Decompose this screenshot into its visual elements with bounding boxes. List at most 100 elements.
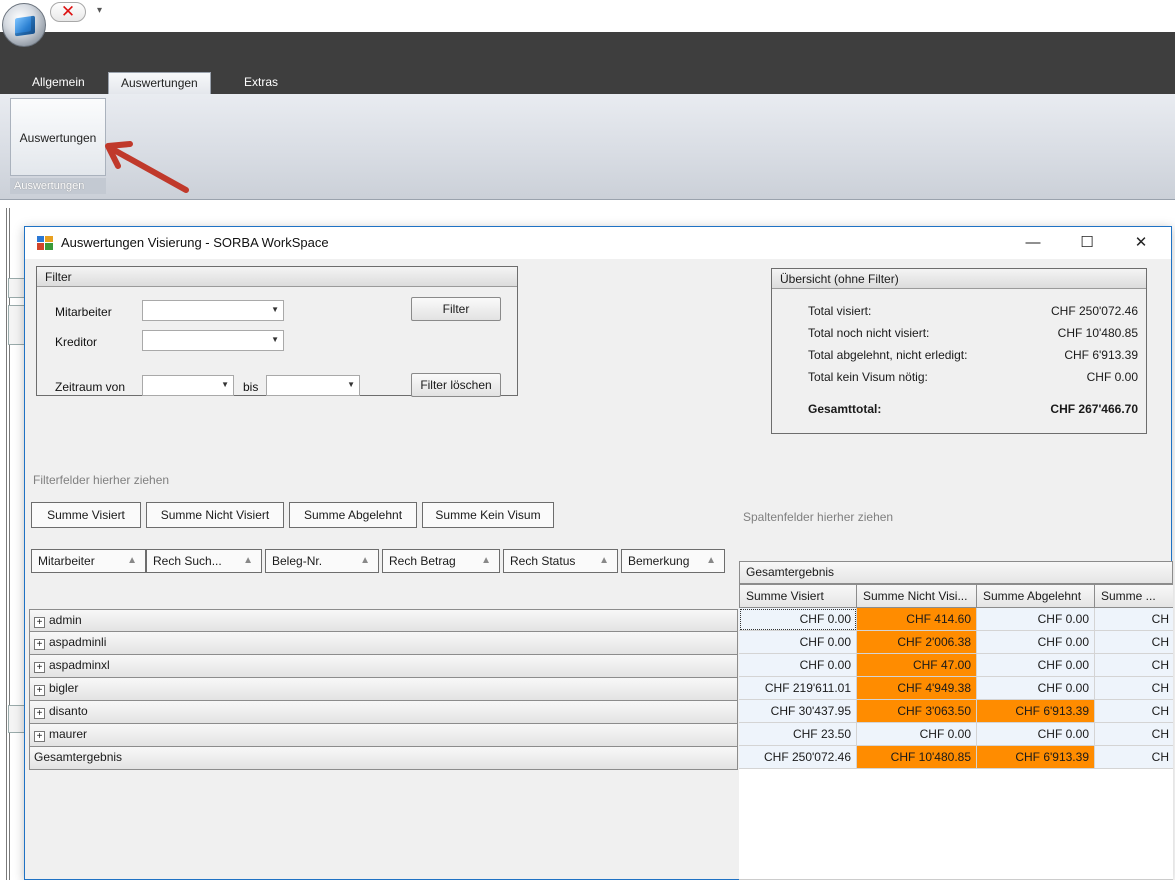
auswertungen-button[interactable]: Auswertungen [10, 98, 106, 176]
summary-value: CHF 0.00 [1086, 370, 1138, 384]
row-field-bemerkung[interactable]: Bemerkung ▲ [621, 549, 725, 573]
expand-icon[interactable]: + [34, 662, 45, 673]
data-cell[interactable]: CH [1095, 700, 1173, 723]
customize-toolbar-icon[interactable]: ▾ [97, 5, 102, 16]
mitarbeiter-combo[interactable]: ▼ [142, 300, 284, 321]
row-field-label: Rech Betrag [389, 554, 456, 568]
tab-allgemein[interactable]: Allgemein [20, 72, 97, 94]
summary-label: Total kein Visum nötig: [808, 370, 928, 384]
data-cell[interactable]: CHF 0.00 [977, 608, 1095, 631]
dialog-title: Auswertungen Visierung - SORBA WorkSpace [61, 235, 329, 250]
row-field-label: Mitarbeiter [38, 554, 95, 568]
data-cell[interactable]: CHF 6'913.39 [977, 700, 1095, 723]
filter-header: Filter [37, 267, 517, 287]
sort-ascending-icon: ▲ [481, 555, 491, 566]
data-cell[interactable]: CHF 10'480.85 [857, 746, 977, 769]
row-header[interactable]: + aspadminxl [29, 655, 738, 678]
tab-extras[interactable]: Extras [232, 72, 290, 94]
expand-icon[interactable]: + [34, 685, 45, 696]
zeitraum-von-combo[interactable]: ▼ [142, 375, 234, 396]
summary-row: Total visiert: CHF 250'072.46 [808, 304, 1138, 318]
column-drop-hint: Spaltenfelder hierher ziehen [743, 510, 894, 524]
filter-clear-button[interactable]: Filter löschen [411, 373, 501, 397]
zeitraum-bis-combo[interactable]: ▼ [266, 375, 360, 396]
summary-grand-row: Gesamttotal: CHF 267'466.70 [808, 402, 1138, 416]
summary-row: Total noch nicht visiert: CHF 10'480.85 [808, 326, 1138, 340]
row-header-label: disanto [49, 704, 88, 718]
window-close-icon[interactable]: ✕ [1121, 231, 1161, 255]
data-cell[interactable]: CHF 0.00 [857, 723, 977, 746]
application-menu-button[interactable] [2, 3, 46, 47]
row-field-rech-such[interactable]: Rech Such... ▲ [146, 549, 262, 573]
summary-label: Total noch nicht visiert: [808, 326, 930, 340]
row-header[interactable]: + disanto [29, 701, 738, 724]
sort-ascending-icon: ▲ [127, 555, 137, 566]
row-grand-total[interactable]: Gesamtergebnis [29, 747, 738, 770]
data-cell[interactable]: CHF 23.50 [739, 723, 857, 746]
maximize-icon[interactable]: ☐ [1067, 231, 1107, 255]
title-band [0, 32, 1175, 62]
data-cell[interactable]: CHF 0.00 [739, 631, 857, 654]
data-cell[interactable]: CHF 47.00 [857, 654, 977, 677]
zeitraum-label: Zeitraum von [55, 380, 126, 394]
data-cell[interactable]: CH [1095, 608, 1173, 631]
expand-icon[interactable]: + [34, 617, 45, 628]
expand-icon[interactable]: + [34, 708, 45, 719]
summary-row: Total abgelehnt, nicht erledigt: CHF 6'9… [808, 348, 1138, 362]
data-cell[interactable]: CHF 30'437.95 [739, 700, 857, 723]
data-cell[interactable]: CHF 0.00 [977, 677, 1095, 700]
data-cell[interactable]: CHF 0.00 [739, 654, 857, 677]
expand-icon[interactable]: + [34, 731, 45, 742]
dialog-titlebar[interactable]: Auswertungen Visierung - SORBA WorkSpace… [25, 227, 1171, 259]
data-cell[interactable]: CH [1095, 677, 1173, 700]
data-cell[interactable]: CHF 219'611.01 [739, 677, 857, 700]
minimize-icon[interactable]: — [1013, 231, 1053, 255]
pivot-data-area: Gesamtergebnis Summe Visiert Summe Nicht … [739, 561, 1173, 879]
row-header-label: bigler [49, 681, 79, 695]
summary-row: Total kein Visum nötig: CHF 0.00 [808, 370, 1138, 384]
data-cell[interactable]: CH [1095, 746, 1173, 769]
chevron-down-icon: ▼ [271, 335, 279, 344]
field-summe-visiert[interactable]: Summe Visiert [31, 502, 141, 528]
row-field-rech-status[interactable]: Rech Status ▲ [503, 549, 618, 573]
row-field-label: Rech Such... [153, 554, 222, 568]
data-cell[interactable]: CH [1095, 631, 1173, 654]
kreditor-combo[interactable]: ▼ [142, 330, 284, 351]
data-cell[interactable]: CH [1095, 654, 1173, 677]
column-header[interactable]: Summe Abgelehnt [977, 584, 1095, 608]
chevron-down-icon: ▼ [271, 305, 279, 314]
field-summe-kein-visum[interactable]: Summe Kein Visum [422, 502, 554, 528]
data-cell[interactable]: CHF 250'072.46 [739, 746, 857, 769]
data-cell[interactable]: CHF 414.60 [857, 608, 977, 631]
summary-value: CHF 10'480.85 [1057, 326, 1138, 340]
field-summe-abgelehnt[interactable]: Summe Abgelehnt [289, 502, 417, 528]
close-icon[interactable]: ✕ [50, 2, 86, 22]
row-field-beleg-nr[interactable]: Beleg-Nr. ▲ [265, 549, 379, 573]
data-cell[interactable]: CH [1095, 723, 1173, 746]
data-cell[interactable]: CHF 0.00 [739, 608, 857, 631]
data-cell[interactable]: CHF 0.00 [977, 723, 1095, 746]
data-cell[interactable]: CHF 0.00 [977, 631, 1095, 654]
filter-button[interactable]: Filter [411, 297, 501, 321]
expand-icon[interactable]: + [34, 639, 45, 650]
row-header[interactable]: + admin [29, 609, 738, 632]
data-cell[interactable]: CHF 4'949.38 [857, 677, 977, 700]
column-header[interactable]: Summe Nicht Visi... [857, 584, 977, 608]
field-summe-nicht-visiert[interactable]: Summe Nicht Visiert [146, 502, 284, 528]
quick-access-toolbar: ✕ ▾ [0, 0, 1175, 32]
data-cell[interactable]: CHF 2'006.38 [857, 631, 977, 654]
row-field-mitarbeiter[interactable]: Mitarbeiter ▲ [31, 549, 146, 573]
data-cell[interactable]: CHF 3'063.50 [857, 700, 977, 723]
row-header[interactable]: + aspadminli [29, 632, 738, 655]
data-cell[interactable]: CHF 0.00 [977, 654, 1095, 677]
row-header-label: admin [49, 613, 82, 627]
column-header[interactable]: Summe Visiert [739, 584, 857, 608]
tab-auswertungen[interactable]: Auswertungen [108, 72, 211, 94]
chevron-down-icon: ▼ [347, 380, 355, 389]
row-header[interactable]: + maurer [29, 724, 738, 747]
column-header[interactable]: Summe ... [1095, 584, 1173, 608]
row-field-rech-betrag[interactable]: Rech Betrag ▲ [382, 549, 500, 573]
row-header[interactable]: + bigler [29, 678, 738, 701]
data-cell[interactable]: CHF 6'913.39 [977, 746, 1095, 769]
summary-value: CHF 6'913.39 [1064, 348, 1138, 362]
